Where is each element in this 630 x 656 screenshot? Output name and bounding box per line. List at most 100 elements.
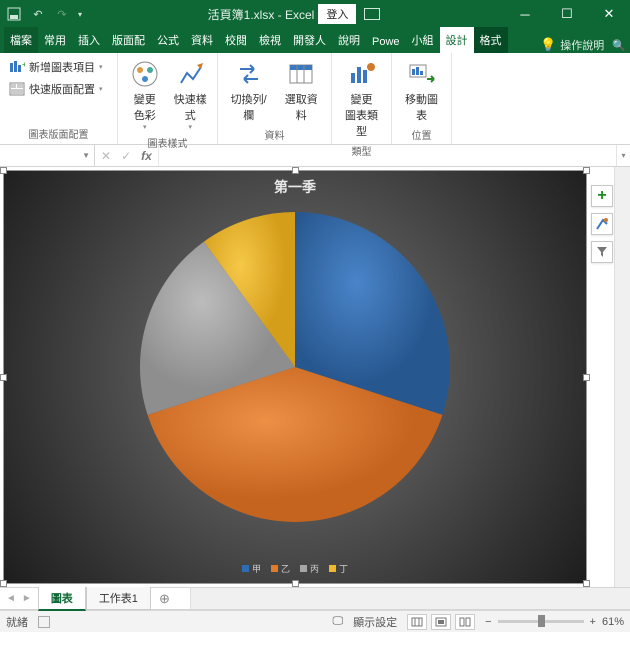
chevron-down-icon: ▾ (188, 123, 192, 131)
change-charttype-button[interactable]: 變更 圖表類型 (338, 57, 385, 141)
quick-style-label: 快速樣式 (173, 91, 209, 123)
zoom-out-button[interactable]: − (485, 616, 491, 628)
tab-formulas[interactable]: 公式 (151, 27, 185, 53)
tab-pagelayout[interactable]: 版面配 (106, 27, 151, 53)
maximize-button[interactable]: ☐ (546, 0, 588, 28)
tab-file[interactable]: 檔案 (4, 27, 38, 53)
resize-handle[interactable] (0, 580, 7, 587)
name-box[interactable]: ▼ (0, 145, 95, 166)
switch-rowcol-button[interactable]: 切換列/欄 (224, 57, 273, 125)
legend-item-1[interactable]: 乙 (271, 562, 290, 575)
resize-handle[interactable] (583, 167, 590, 174)
quick-layout-label: 快速版面配置 (29, 81, 95, 97)
qat-dropdown-icon[interactable]: ▾ (78, 10, 82, 19)
ribbon-tabs: 檔案 常用 插入 版面配 公式 資料 校閱 檢視 開發人 說明 Powe 小組 … (0, 28, 630, 53)
move-chart-label: 移動圖表 (401, 91, 442, 123)
resize-handle[interactable] (583, 580, 590, 587)
display-settings-icon[interactable]: 🖵 (332, 615, 343, 628)
vertical-scrollbar[interactable] (614, 167, 630, 587)
tab-powerpivot[interactable]: Powe (366, 31, 406, 53)
new-sheet-button[interactable]: ⊕ (151, 591, 178, 607)
zoom-slider[interactable] (498, 620, 584, 623)
resize-handle[interactable] (292, 580, 299, 587)
undo-icon[interactable]: ↶ (30, 6, 46, 22)
close-button[interactable]: ✕ (588, 0, 630, 28)
fx-icon[interactable]: fx (141, 149, 152, 163)
expand-formula-icon[interactable]: ▾ (616, 145, 630, 166)
add-element-label: 新增圖表項目 (29, 59, 95, 75)
tab-team[interactable]: 小組 (406, 27, 440, 53)
add-chart-element-button[interactable]: + 新增圖表項目 ▾ (6, 57, 106, 77)
select-data-button[interactable]: 選取資料 (277, 57, 325, 125)
tab-home[interactable]: 常用 (38, 27, 72, 53)
select-data-icon (286, 59, 316, 89)
title-bar: ↶ ↷ ▾ 活頁簿1.xlsx - Excel 登入 ─ ☐ ✕ (0, 0, 630, 28)
group-chartlayouts-label: 圖表版面配置 (6, 124, 111, 143)
sheet-next-icon[interactable]: ► (22, 593, 32, 604)
status-bar: 就緒 🖵 顯示設定 − + 61% (0, 610, 630, 632)
legend-item-2[interactable]: 丙 (300, 562, 319, 575)
tab-help[interactable]: 說明 (332, 27, 366, 53)
switch-icon (234, 59, 264, 89)
sheet-tab-chart[interactable]: 圖表 (38, 587, 86, 611)
tellme-search-icon[interactable]: 🔍 (612, 39, 626, 52)
save-icon[interactable] (6, 6, 22, 22)
tab-insert[interactable]: 插入 (72, 27, 106, 53)
formula-input[interactable] (159, 145, 616, 166)
legend-item-3[interactable]: 丁 (329, 562, 348, 575)
quick-layout-button[interactable]: 快速版面配置 ▾ (6, 79, 106, 99)
zoom-level[interactable]: 61% (602, 616, 624, 628)
svg-text:+: + (22, 60, 25, 69)
normal-view-button[interactable] (407, 614, 427, 630)
macro-record-icon[interactable] (38, 616, 50, 628)
resize-handle[interactable] (0, 374, 7, 381)
display-settings-label[interactable]: 顯示設定 (353, 614, 397, 630)
chart-title[interactable]: 第一季 (4, 171, 586, 197)
tab-data[interactable]: 資料 (185, 27, 219, 53)
group-data-label: 資料 (224, 125, 325, 144)
zoom-in-button[interactable]: + (590, 616, 596, 628)
resize-handle[interactable] (0, 167, 7, 174)
pagebreak-view-button[interactable] (455, 614, 475, 630)
ribbon: + 新增圖表項目 ▾ 快速版面配置 ▾ 圖表版面配置 變更 色彩 ▾ 快速樣式 … (0, 53, 630, 145)
move-chart-button[interactable]: 移動圖表 (398, 57, 445, 125)
tab-chartformat[interactable]: 格式 (474, 27, 508, 53)
resize-handle[interactable] (583, 374, 590, 381)
chart-styles-button[interactable] (591, 213, 613, 235)
status-ready: 就緒 (6, 614, 28, 630)
chart-filters-button[interactable] (591, 241, 613, 263)
cancel-icon[interactable]: ✕ (101, 149, 111, 163)
change-colors-button[interactable]: 變更 色彩 ▾ (124, 57, 166, 133)
tellme-input[interactable]: 操作說明 (560, 37, 604, 53)
resize-handle[interactable] (292, 167, 299, 174)
chart-legend[interactable]: 甲 乙 丙 丁 (4, 562, 586, 575)
signin-button[interactable]: 登入 (318, 4, 356, 24)
chevron-down-icon: ▾ (143, 123, 147, 131)
redo-icon[interactable]: ↷ (54, 6, 70, 22)
chevron-down-icon: ▼ (82, 151, 90, 160)
chart-elements-button[interactable]: + (591, 185, 613, 207)
horizontal-scrollbar[interactable] (190, 588, 630, 609)
chart-side-tools: + (590, 167, 614, 587)
tab-review[interactable]: 校閱 (219, 27, 253, 53)
sheet-tab-sheet1[interactable]: 工作表1 (86, 587, 151, 610)
tab-chartdesign[interactable]: 設計 (440, 27, 474, 53)
minimize-button[interactable]: ─ (504, 0, 546, 28)
move-chart-icon (407, 59, 437, 89)
ribbon-display-icon[interactable] (364, 8, 380, 20)
worksheet-area: 第一季 甲 乙 丙 丁 (0, 167, 630, 588)
pie-chart[interactable] (135, 207, 455, 527)
change-colors-icon (130, 59, 160, 89)
sheet-prev-icon[interactable]: ◄ (6, 593, 16, 604)
add-element-icon: + (9, 60, 25, 74)
pagelayout-view-button[interactable] (431, 614, 451, 630)
quick-style-button[interactable]: 快速樣式 ▾ (170, 57, 212, 133)
switch-label: 切換列/欄 (227, 91, 270, 123)
select-data-label: 選取資料 (280, 91, 322, 123)
enter-icon[interactable]: ✓ (121, 149, 131, 163)
tab-view[interactable]: 檢視 (253, 27, 287, 53)
tab-developer[interactable]: 開發人 (287, 27, 332, 53)
legend-item-0[interactable]: 甲 (242, 562, 261, 575)
sheet-tab-bar: ◄ ► 圖表 工作表1 ⊕ (0, 588, 630, 610)
chart-object[interactable]: 第一季 甲 乙 丙 丁 (3, 170, 587, 584)
